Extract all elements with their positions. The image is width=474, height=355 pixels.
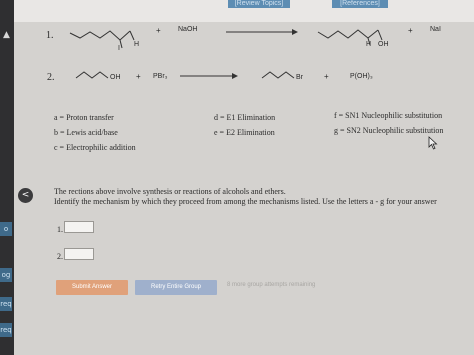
legend-c: c = Electrophilic addition xyxy=(54,143,136,152)
retry-group-button[interactable]: Retry Entire Group xyxy=(135,280,217,295)
reaction-1-reagent: NaOH xyxy=(178,26,198,33)
plus-sign-2: + xyxy=(408,26,413,35)
reaction-2-reagent: PBr₃ xyxy=(153,73,168,80)
prev-arrow-icon[interactable]: < xyxy=(18,188,33,203)
reaction-1-number: 1. xyxy=(46,30,54,41)
legend-d: d = E1 Elimination xyxy=(214,113,276,122)
reactant-1-bond-i xyxy=(119,39,123,49)
reactant-1-label-i: I xyxy=(118,45,120,52)
answer-1-label: 1. xyxy=(57,225,63,234)
product-1-label-h: H xyxy=(366,41,372,48)
reactant-2-skeleton xyxy=(75,71,109,79)
reactant-1-skeleton xyxy=(69,30,131,41)
plus-sign-1: + xyxy=(156,26,161,35)
reaction-1-byproduct: NaI xyxy=(430,26,441,33)
legend-e: e = E2 Elimination xyxy=(214,128,275,137)
question-line-1: The rections above involve synthesis or … xyxy=(54,187,286,196)
reaction-2-number: 2. xyxy=(47,72,55,83)
reaction-structures xyxy=(69,29,383,79)
product-1-bond-oh xyxy=(377,29,383,41)
answer-1-input[interactable] xyxy=(64,221,94,233)
product-2-skeleton xyxy=(261,71,295,79)
product-1-skeleton xyxy=(317,29,379,39)
legend-f: f = SN1 Nucleophilic substitution xyxy=(334,111,443,120)
reaction-2-byproduct: P(OH)₃ xyxy=(350,73,373,80)
product-1-label-oh: OH xyxy=(378,41,389,48)
answer-2-input[interactable] xyxy=(64,248,94,260)
product-2-label: Br xyxy=(296,74,303,81)
legend-g: g = SN2 Nucleophilic substitution xyxy=(334,126,444,135)
answer-2-label: 2. xyxy=(57,252,63,261)
reactant-1-bond-h xyxy=(129,30,135,41)
reaction-arrow-head-1 xyxy=(292,29,298,35)
question-line-2: Identify the mechanism by which they pro… xyxy=(54,197,437,206)
reactant-2-label: OH xyxy=(110,74,121,81)
plus-sign-4: + xyxy=(324,72,329,81)
submit-answer-button[interactable]: Submit Answer xyxy=(56,280,128,295)
legend-b: b = Lewis acid/base xyxy=(54,128,118,137)
plus-sign-3: + xyxy=(136,72,141,81)
mouse-pointer-icon xyxy=(428,136,438,150)
reaction-arrow-head-2 xyxy=(232,73,238,79)
attempts-remaining: 8 more group attempts remaining xyxy=(227,282,316,288)
legend-a: a = Proton transfer xyxy=(54,113,114,122)
reactant-1-label-h: H xyxy=(134,41,140,48)
